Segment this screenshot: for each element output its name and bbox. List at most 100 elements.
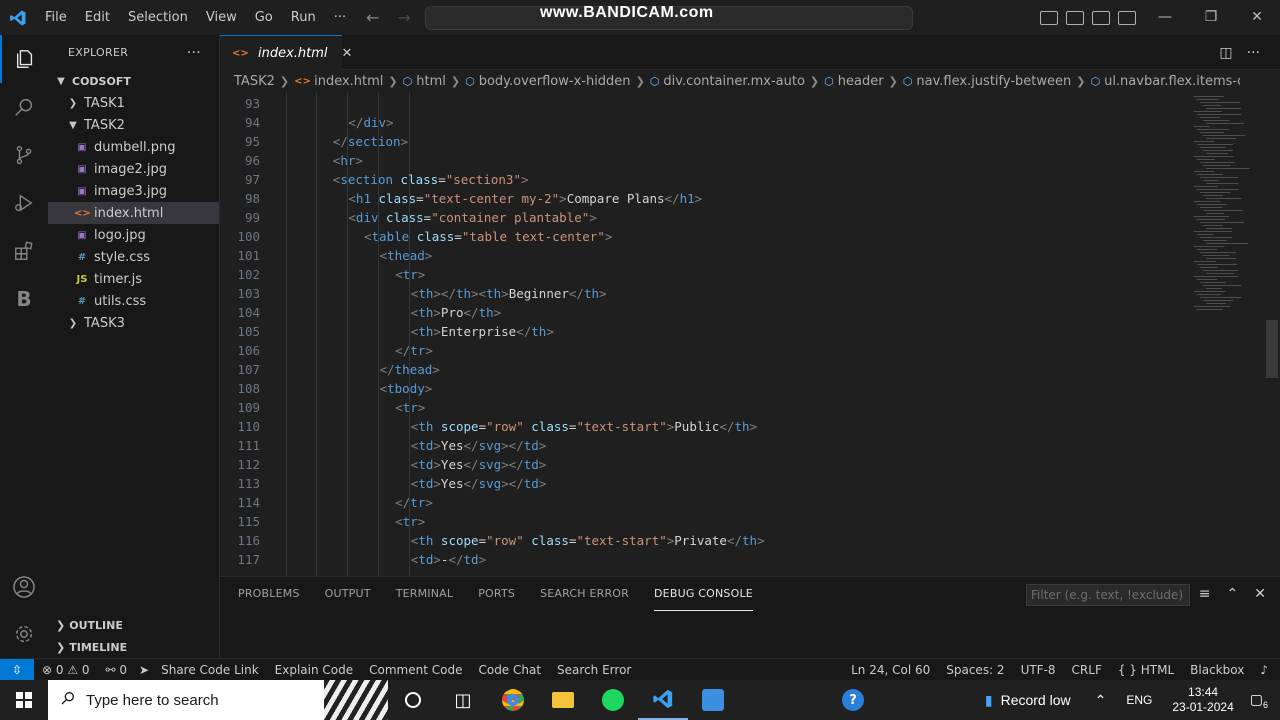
file-item[interactable]: ▣ logo.jpg <box>48 224 219 246</box>
close-window-button[interactable]: ✕ <box>1234 0 1280 35</box>
panel-tab[interactable]: DEBUG CONSOLE <box>654 577 753 611</box>
forward-arrow-icon[interactable]: → <box>397 8 410 27</box>
notifications-bell-icon[interactable]: ♪ <box>1252 663 1276 677</box>
status-item[interactable]: Explain Code <box>267 663 361 677</box>
source-control-icon[interactable] <box>0 131 48 179</box>
status-item[interactable]: Comment Code <box>361 663 470 677</box>
minimap[interactable] <box>1190 92 1252 576</box>
breadcrumb-item[interactable]: nav.flex.justify-between <box>916 74 1071 89</box>
menu-item[interactable]: Go <box>246 0 282 35</box>
code-editor[interactable]: 93 94 </div> 95 </section> 96 <hr> 97 <section c… <box>220 92 1260 576</box>
problems-count[interactable]: ⊗ 0 ⚠ 0 <box>34 663 98 677</box>
breadcrumb-item[interactable]: html <box>416 74 446 89</box>
explorer-more-actions-icon[interactable]: ··· <box>187 45 201 61</box>
account-icon[interactable] <box>0 563 48 611</box>
file-explorer-icon[interactable] <box>538 680 588 720</box>
status-item[interactable]: Blackbox <box>1182 663 1252 677</box>
file-item[interactable]: # utils.css <box>48 290 219 312</box>
workspace-root[interactable]: ▼ CODSOFT <box>48 70 219 92</box>
clock[interactable]: 13:44 23-01-2024 <box>1162 685 1243 715</box>
close-tab-icon[interactable]: ✕ <box>342 46 353 61</box>
start-button[interactable] <box>0 680 48 720</box>
file-item[interactable]: ▣ image3.jpg <box>48 180 219 202</box>
menu-item[interactable]: File <box>36 0 76 35</box>
breadcrumb-item[interactable]: body.overflow-x-hidden <box>479 74 631 89</box>
ports-count[interactable]: ⚯ 0 <box>98 663 136 677</box>
vscode-taskbar-icon[interactable] <box>638 680 688 720</box>
status-item[interactable]: UTF-8 <box>1013 663 1064 677</box>
maximize-panel-icon[interactable]: ⌃ <box>1227 586 1239 602</box>
language-indicator[interactable]: ENG <box>1116 693 1162 707</box>
explorer-files-icon[interactable] <box>0 35 48 83</box>
restore-button[interactable]: ❐ <box>1188 0 1234 35</box>
status-item[interactable]: Code Chat <box>470 663 549 677</box>
timeline-section[interactable]: ❯ TIMELINE <box>48 636 220 658</box>
file-item[interactable]: ▣ dumbell.png <box>48 136 219 158</box>
file-item[interactable]: <> index.html <box>48 202 219 224</box>
chrome-icon[interactable] <box>488 680 538 720</box>
back-arrow-icon[interactable]: ← <box>366 8 379 27</box>
toggle-secondary-sidebar-icon[interactable] <box>1092 10 1110 25</box>
code-token: </ <box>348 115 364 130</box>
menu-item[interactable]: ··· <box>325 0 355 35</box>
status-item[interactable]: Spaces: 2 <box>938 663 1012 677</box>
code-token: > <box>355 153 363 168</box>
toggle-panel-icon[interactable] <box>1066 10 1084 25</box>
panel-tab[interactable]: PORTS <box>478 577 515 611</box>
breadcrumb-item[interactable]: index.html <box>314 74 383 89</box>
menu-item[interactable]: Edit <box>76 0 119 35</box>
show-hidden-icons-icon[interactable]: ⌃ <box>1085 692 1117 709</box>
editor-scrollbar[interactable] <box>1266 320 1278 378</box>
status-item[interactable]: Ln 24, Col 60 <box>843 663 938 677</box>
paint-app-icon[interactable] <box>688 680 738 720</box>
search-icon[interactable] <box>0 83 48 131</box>
task-view-icon[interactable]: ◫ <box>438 680 488 720</box>
spotify-icon[interactable] <box>588 680 638 720</box>
debug-console-filter-input[interactable]: Filter (e.g. text, !exclude) <box>1026 584 1190 606</box>
more-actions-icon[interactable]: ··· <box>1247 45 1260 61</box>
code-token: "table text-center" <box>461 229 605 244</box>
split-editor-icon[interactable]: ◫ <box>1219 45 1232 61</box>
status-item[interactable]: Search Error <box>549 663 639 677</box>
code-token: th <box>418 419 434 434</box>
notifications-icon[interactable]: ▢6 <box>1244 691 1280 710</box>
customize-layout-icon[interactable] <box>1118 10 1136 25</box>
toggle-sidebar-icon[interactable] <box>1040 10 1058 25</box>
breadcrumb-item[interactable]: div.container.mx-auto <box>663 74 805 89</box>
panel-tab[interactable]: OUTPUT <box>325 577 371 611</box>
close-panel-icon[interactable]: ✕ <box>1254 586 1266 602</box>
status-item[interactable]: CRLF <box>1064 663 1110 677</box>
folder-item[interactable]: ❯ TASK3 <box>48 312 219 334</box>
settings-gear-icon[interactable] <box>0 610 48 658</box>
folder-item[interactable]: ❯ TASK1 <box>48 92 219 114</box>
status-item[interactable]: Share Code Link <box>153 663 267 677</box>
panel-tab[interactable]: PROBLEMS <box>238 577 300 611</box>
blackbox-extension-icon[interactable]: B <box>0 275 48 323</box>
taskbar-search[interactable]: Type here to search <box>48 680 388 720</box>
tab-index-html[interactable]: <> index.html ✕ <box>220 35 352 70</box>
menu-item[interactable]: Selection <box>119 0 197 35</box>
cortana-icon[interactable] <box>388 680 438 720</box>
share-code-icon[interactable]: ➤ <box>135 663 153 677</box>
weather-label[interactable]: Record low <box>1001 692 1085 708</box>
status-item[interactable]: { } HTML <box>1110 663 1182 677</box>
panel-tab[interactable]: SEARCH ERROR <box>540 577 629 611</box>
extensions-icon[interactable] <box>0 227 48 275</box>
file-item[interactable]: # style.css <box>48 246 219 268</box>
panel-tab[interactable]: TERMINAL <box>396 577 454 611</box>
run-debug-icon[interactable] <box>0 179 48 227</box>
remote-indicator-icon[interactable]: ⇳ <box>0 658 34 681</box>
minimap-line <box>1200 237 1232 238</box>
minimize-button[interactable]: — <box>1142 0 1188 35</box>
menu-item[interactable]: View <box>197 0 246 35</box>
outline-section[interactable]: ❯ OUTLINE <box>48 614 220 636</box>
file-item[interactable]: JS timer.js <box>48 268 219 290</box>
breadcrumb-item[interactable]: ul.navbar.flex.items-center <box>1104 74 1240 89</box>
help-icon[interactable]: ? <box>828 680 878 720</box>
file-item[interactable]: ▣ image2.jpg <box>48 158 219 180</box>
breadcrumb-item[interactable]: header <box>838 74 884 89</box>
menu-item[interactable]: Run <box>282 0 325 35</box>
breadcrumb-item[interactable]: TASK2 <box>234 74 275 89</box>
folder-item[interactable]: ▼ TASK2 <box>48 114 219 136</box>
clear-console-icon[interactable]: ≡ <box>1199 586 1211 602</box>
